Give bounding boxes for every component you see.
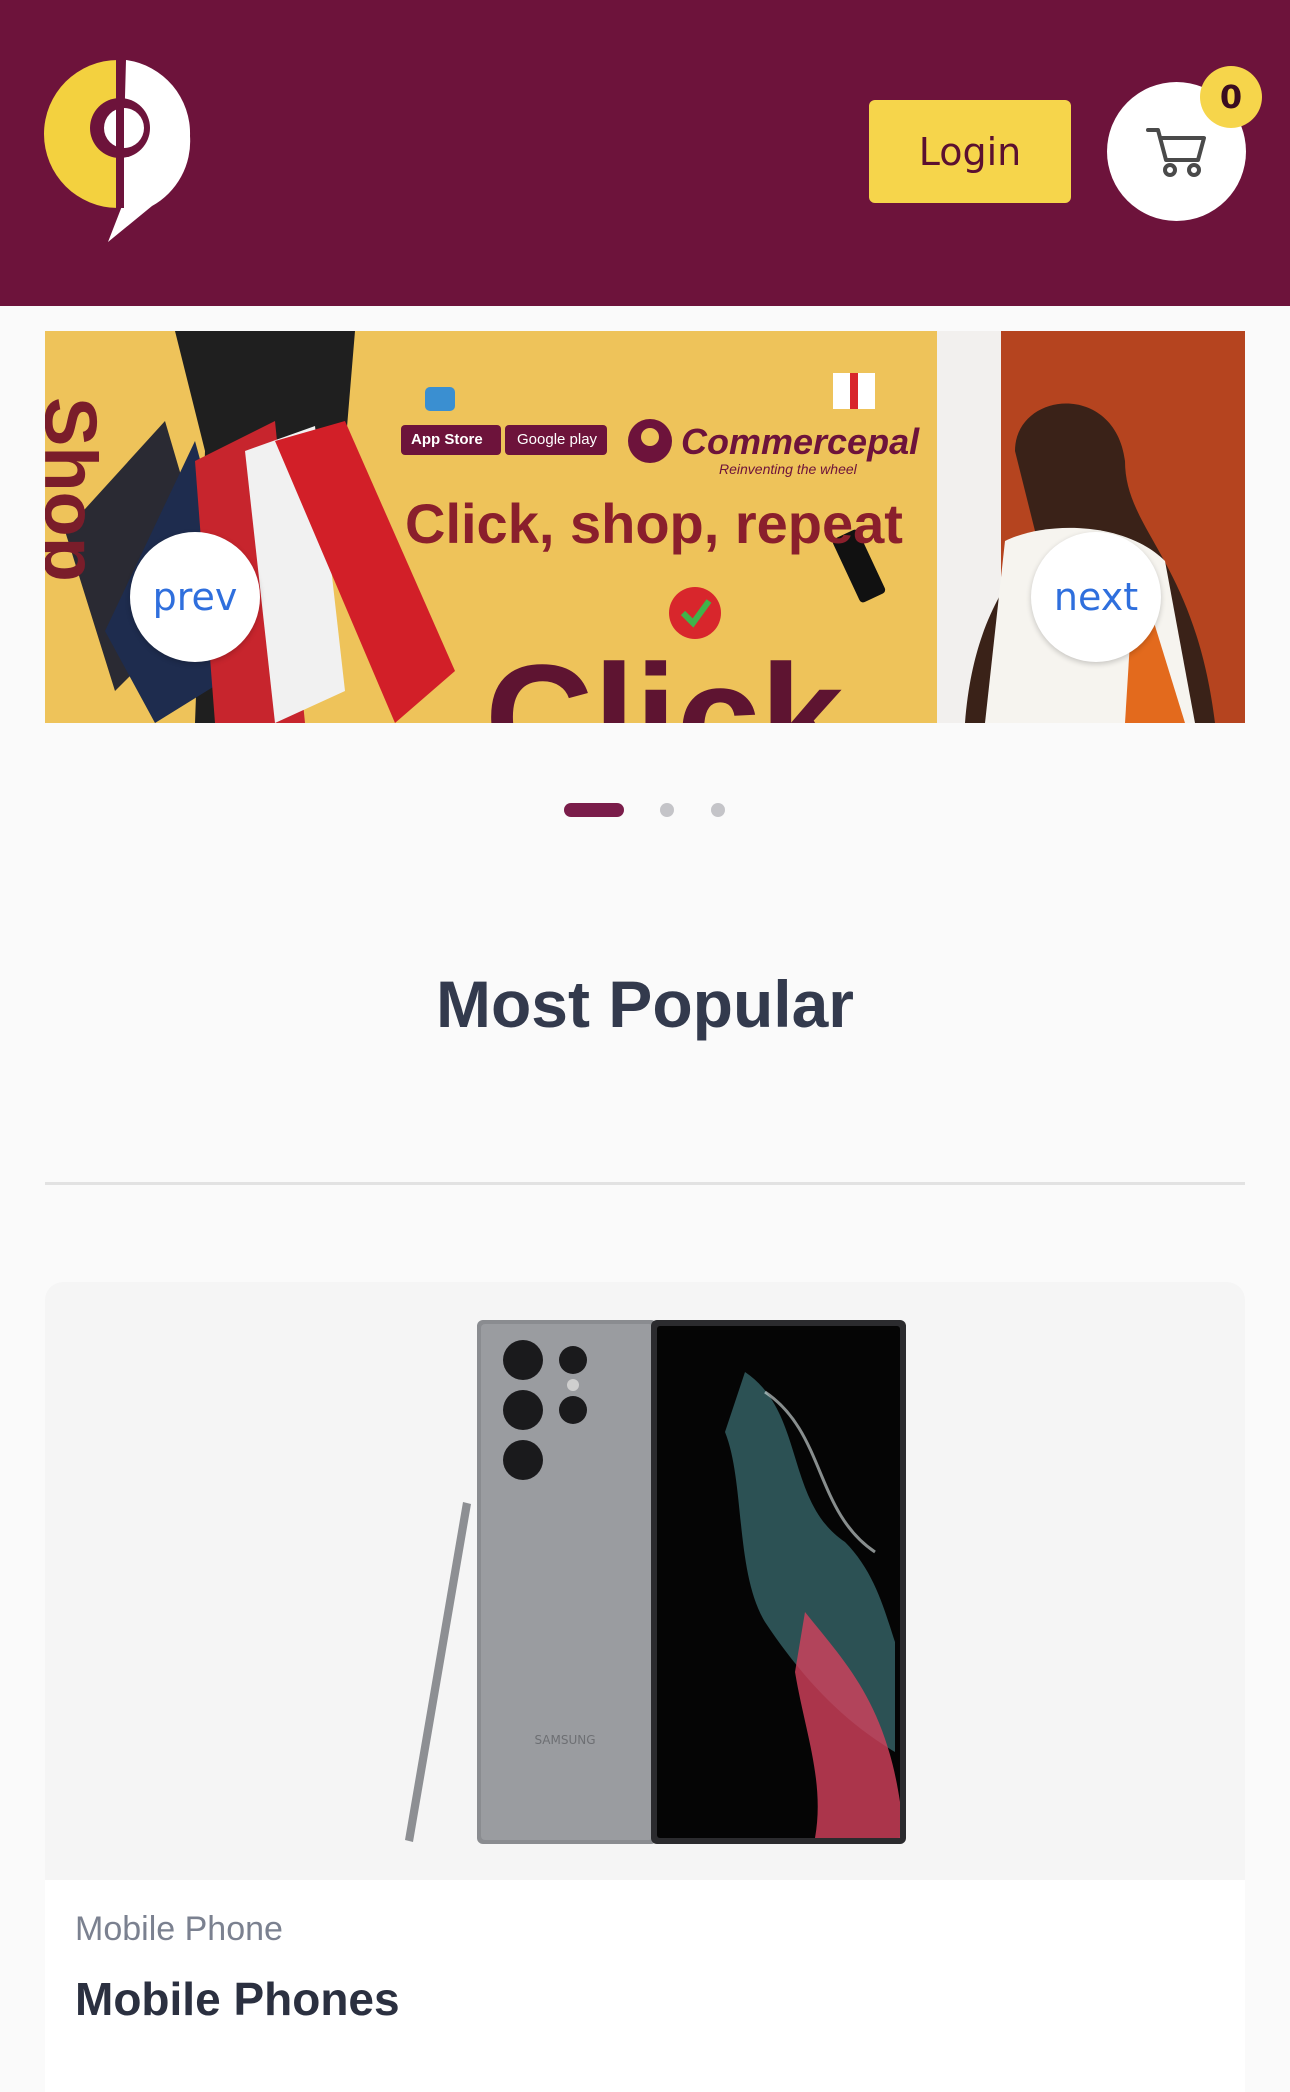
carousel-pagination xyxy=(0,800,1290,820)
carousel-prev-button[interactable]: prev xyxy=(130,532,260,662)
banner-brand-name: Commercepal xyxy=(681,421,920,462)
section-title-most-popular: Most Popular xyxy=(435,967,854,1041)
cart-icon xyxy=(1145,127,1206,177)
section-divider xyxy=(45,1182,1245,1185)
banner-brand-tagline: Reinventing the wheel xyxy=(719,461,857,477)
banner-big-text: Click xyxy=(485,633,844,723)
product-category: Mobile Phone xyxy=(75,1910,283,1948)
promo-banner[interactable]: Shop App Store Google play Commercepal R… xyxy=(45,331,1245,723)
banner-badge-google-play: Google play xyxy=(517,431,598,448)
carousel-next-button[interactable]: next xyxy=(1031,532,1161,662)
carousel-dot-2[interactable] xyxy=(660,803,674,817)
banner-badge-app-store: App Store xyxy=(411,431,483,448)
banner-headline: Click, shop, repeat xyxy=(405,492,903,555)
product-image[interactable]: SAMSUNG xyxy=(45,1282,1245,1880)
carousel-dot-3[interactable] xyxy=(711,803,725,817)
product-brand-label: SAMSUNG xyxy=(534,1733,595,1747)
carousel-dot-active[interactable] xyxy=(564,803,624,817)
commercepal-logo-icon[interactable] xyxy=(40,56,200,246)
banner-side-text: Shop xyxy=(45,397,112,582)
cart-count-badge: 0 xyxy=(1200,66,1262,128)
product-card[interactable]: SAMSUNG Mobile Phone Mobile Phones xyxy=(45,1282,1245,2092)
smartphone-image: SAMSUNG xyxy=(405,1320,906,1844)
product-title[interactable]: Mobile Phones xyxy=(75,1972,400,2026)
top-header: Login 0 xyxy=(0,0,1290,306)
login-button[interactable]: Login xyxy=(869,100,1071,203)
